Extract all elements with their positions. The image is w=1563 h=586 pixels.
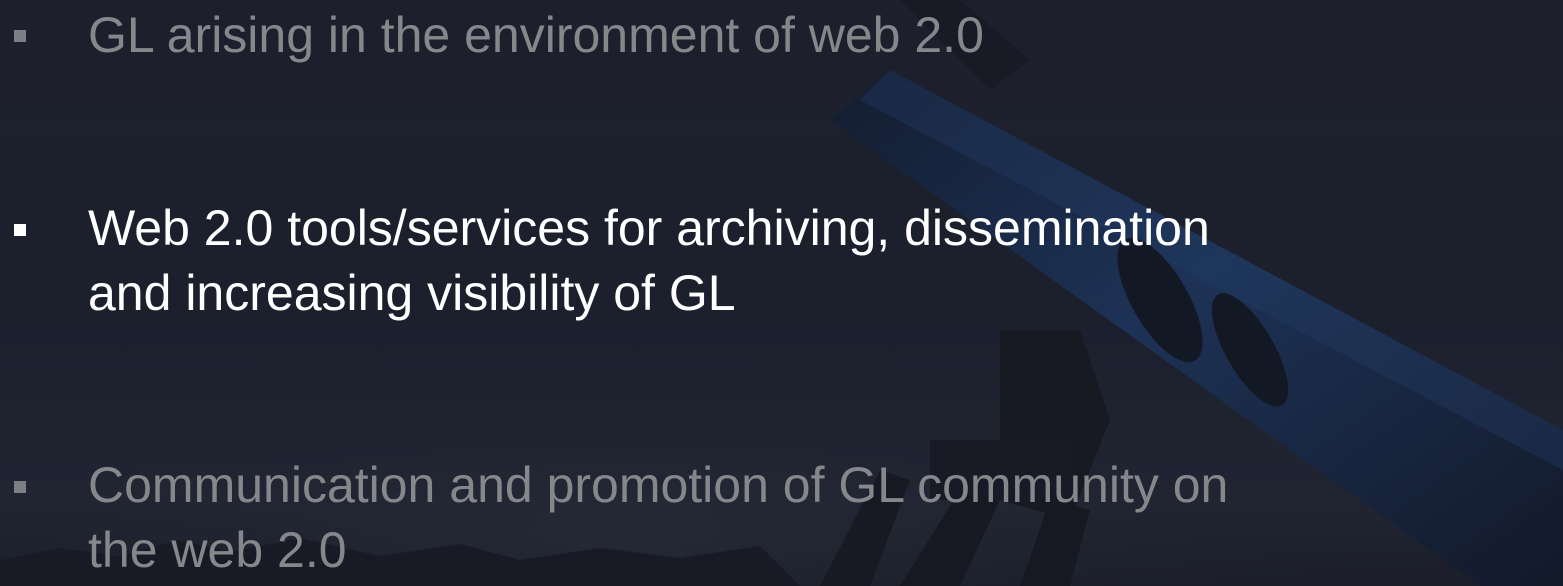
bullet-list: GL arising in the environment of web 2.0…: [0, 0, 1563, 586]
bullet-text: Web 2.0 tools/services for archiving, di…: [88, 196, 1548, 326]
square-bullet-icon: [14, 481, 26, 493]
slide: GL arising in the environment of web 2.0…: [0, 0, 1563, 586]
bullet-text: Communication and promotion of GL commun…: [88, 453, 1548, 583]
bullet-text-line: Communication and promotion of GL commun…: [88, 457, 1229, 513]
bullet-text: GL arising in the environment of web 2.0: [88, 7, 984, 63]
square-bullet-icon: [14, 30, 26, 42]
bullet-text-line: Web 2.0 tools/services for archiving, di…: [88, 200, 1210, 256]
square-bullet-icon: [14, 224, 26, 236]
bullet-text-line: and increasing visibility of GL: [88, 265, 736, 321]
bullet-text-line: the web 2.0: [88, 522, 347, 578]
